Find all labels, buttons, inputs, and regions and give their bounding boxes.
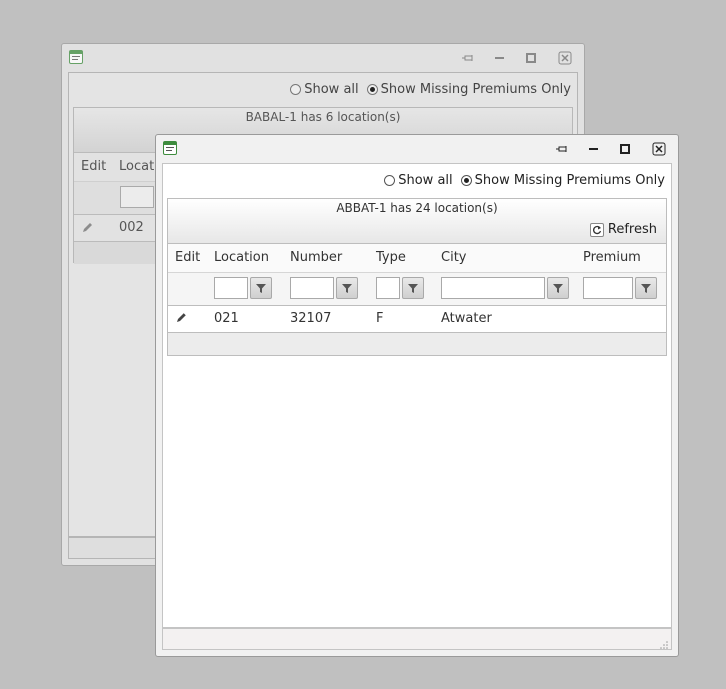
grid-footer <box>168 333 666 355</box>
refresh-icon <box>589 222 604 237</box>
city-filter-input[interactable] <box>441 277 545 299</box>
column-header-city[interactable]: City <box>441 250 466 265</box>
locations-window: Show all Show Missing Premiums Only ABBA… <box>155 134 679 657</box>
city-cell: Atwater <box>441 311 492 326</box>
pencil-icon[interactable] <box>81 221 94 238</box>
location-cell: 002 <box>119 220 144 235</box>
table-row[interactable]: 021 32107 F Atwater <box>168 306 666 333</box>
maximize-icon[interactable] <box>524 51 538 65</box>
window-titlebar[interactable] <box>156 135 678 163</box>
show-all-label: Show all <box>304 82 359 97</box>
column-header-edit[interactable]: Edit <box>81 159 106 174</box>
premium-filter-input[interactable] <box>583 277 633 299</box>
filter-icon[interactable] <box>250 277 272 299</box>
number-filter-input[interactable] <box>290 277 334 299</box>
filter-row <box>168 273 666 306</box>
grid-caption: BABAL-1 has 6 location(s) <box>245 110 401 124</box>
column-header-number[interactable]: Number <box>290 250 342 265</box>
filter-icon[interactable] <box>547 277 569 299</box>
pencil-icon[interactable] <box>175 311 188 328</box>
form-icon <box>69 50 83 64</box>
pin-icon[interactable] <box>556 142 570 156</box>
show-all-radio[interactable] <box>384 175 396 186</box>
maximize-icon[interactable] <box>618 142 632 156</box>
type-filter-input[interactable] <box>376 277 400 299</box>
show-all-label: Show all <box>398 173 453 188</box>
column-header-edit[interactable]: Edit <box>175 250 200 265</box>
premium-filter-radio-group: Show all Show Missing Premiums Only <box>384 173 665 188</box>
column-header-location[interactable]: Locati <box>119 159 158 174</box>
refresh-label: Refresh <box>607 222 657 237</box>
show-missing-label: Show Missing Premiums Only <box>474 173 665 188</box>
column-header-row: Edit Location Number Type City Premium <box>168 244 666 273</box>
grid-toolbar: ABBAT-1 has 24 location(s) Refresh <box>168 199 666 244</box>
window-statusbar <box>162 628 672 650</box>
resize-grip-icon[interactable] <box>660 638 668 649</box>
column-header-premium[interactable]: Premium <box>583 250 641 265</box>
close-icon[interactable] <box>652 142 666 156</box>
minimize-icon[interactable] <box>493 51 507 65</box>
filter-icon[interactable] <box>635 277 657 299</box>
refresh-button[interactable]: Refresh <box>589 220 657 239</box>
location-filter-input[interactable] <box>120 186 154 208</box>
window-content: Show all Show Missing Premiums Only ABBA… <box>162 163 672 628</box>
grid-caption: ABBAT-1 has 24 location(s) <box>336 201 498 215</box>
location-cell: 021 <box>214 311 239 326</box>
back-window-titlebar[interactable] <box>62 44 584 72</box>
pin-icon[interactable] <box>462 51 476 65</box>
number-cell: 32107 <box>290 311 332 326</box>
locations-grid: ABBAT-1 has 24 location(s) Refresh Edit … <box>167 198 667 356</box>
location-filter-input[interactable] <box>214 277 248 299</box>
form-icon <box>163 141 177 155</box>
show-missing-label: Show Missing Premiums Only <box>380 82 571 97</box>
filter-icon[interactable] <box>402 277 424 299</box>
filter-icon[interactable] <box>336 277 358 299</box>
show-missing-radio[interactable] <box>460 175 472 186</box>
column-header-location[interactable]: Location <box>214 250 269 265</box>
show-all-radio[interactable] <box>290 84 302 95</box>
show-missing-radio[interactable] <box>366 84 378 95</box>
type-cell: F <box>376 311 384 326</box>
column-header-type[interactable]: Type <box>376 250 406 265</box>
close-icon[interactable] <box>558 51 572 65</box>
minimize-icon[interactable] <box>587 142 601 156</box>
